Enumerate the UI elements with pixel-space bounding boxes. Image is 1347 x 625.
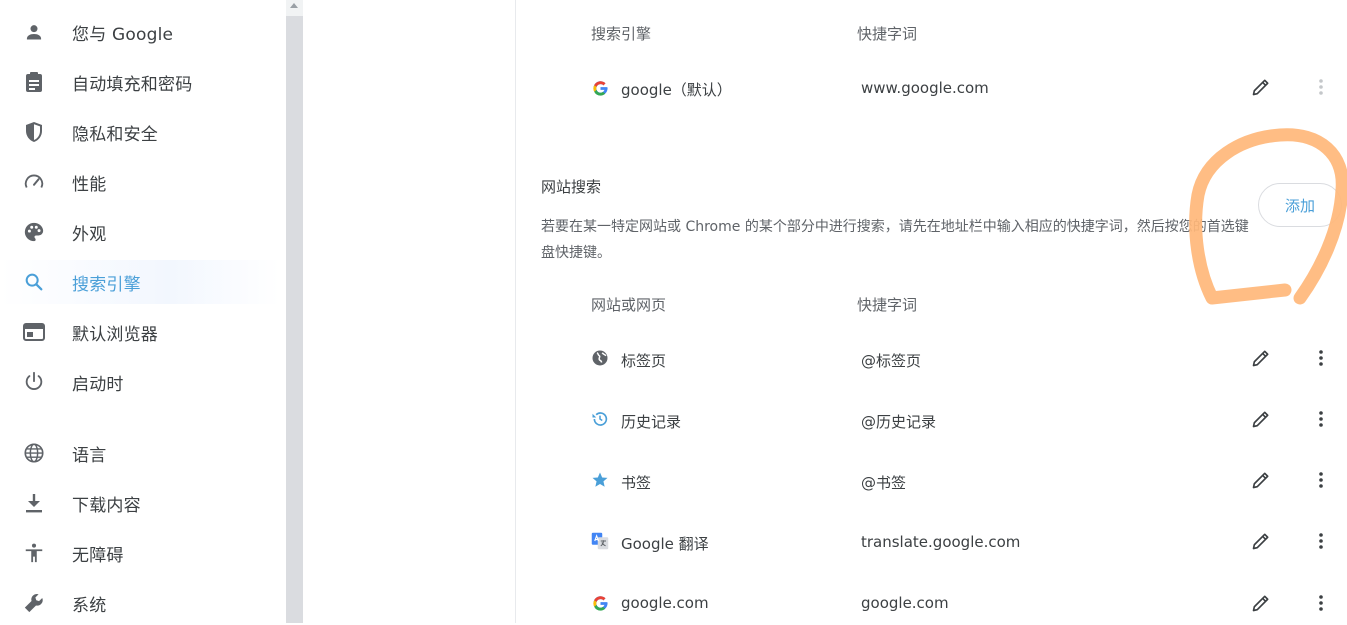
more-actions-button[interactable] [1309, 466, 1333, 494]
sidebar-item-autofill[interactable]: 自动填充和密码 [0, 60, 280, 104]
sidebar-item-label: 自动填充和密码 [72, 74, 193, 95]
edit-search-engine-button[interactable] [1247, 73, 1275, 101]
search-icon [22, 270, 46, 294]
sidebar-item-you-and-google[interactable]: 您与 Google [0, 10, 280, 54]
site-search-name: Google 翻译 [621, 535, 709, 553]
sidebar-item-system[interactable]: 系统 [0, 581, 280, 625]
search-engine-column-header: 搜索引擎 [591, 25, 652, 43]
sidebar-item-downloads[interactable]: 下载内容 [0, 481, 280, 525]
site-search-shortcut: google.com [861, 594, 949, 612]
shortcut-column-header: 快捷字词 [857, 296, 918, 314]
shield-icon [22, 120, 46, 144]
pencil-icon [1252, 79, 1269, 96]
site-search-name: google.com [621, 594, 709, 612]
globe-icon [22, 441, 46, 465]
edit-site-search-button[interactable] [1247, 344, 1275, 372]
sidebar-item-appearance[interactable]: 外观 [0, 210, 280, 254]
sidebar-item-privacy[interactable]: 隐私和安全 [0, 110, 280, 154]
scrollbar-thumb[interactable] [286, 16, 303, 623]
sidebar-item-label: 性能 [72, 174, 107, 195]
sidebar-item-languages[interactable]: 语言 [0, 431, 280, 475]
sidebar-item-accessibility[interactable]: 无障碍 [0, 531, 280, 575]
power-icon [22, 370, 46, 394]
site-search-shortcut: @历史记录 [861, 413, 937, 431]
globe-icon [591, 349, 609, 367]
sidebar-item-label: 搜索引擎 [72, 274, 141, 295]
more-vert-icon [1319, 79, 1323, 95]
edit-site-search-button[interactable] [1247, 527, 1275, 555]
more-actions-button[interactable] [1309, 73, 1333, 101]
clipboard-icon [22, 70, 46, 94]
more-actions-button[interactable] [1309, 405, 1333, 433]
site-column-header: 网站或网页 [591, 296, 667, 314]
pencil-icon [1252, 350, 1269, 367]
more-vert-icon [1319, 411, 1323, 427]
browser-window-icon [22, 320, 46, 344]
star-icon [591, 471, 609, 489]
site-search-name: 标签页 [621, 352, 667, 370]
pencil-icon [1252, 595, 1269, 612]
more-vert-icon [1319, 472, 1323, 488]
sidebar-item-label: 外观 [72, 224, 107, 245]
sidebar-item-label: 系统 [72, 595, 107, 616]
pencil-icon [1252, 411, 1269, 428]
sidebar-item-search-engine[interactable]: 搜索引擎 [0, 260, 280, 304]
search-engine-shortcut: www.google.com [861, 79, 989, 97]
pencil-icon [1252, 472, 1269, 489]
more-actions-button[interactable] [1309, 589, 1333, 617]
add-site-search-button[interactable]: 添加 [1258, 183, 1342, 227]
sidebar-item-label: 无障碍 [72, 545, 124, 566]
history-icon [591, 410, 609, 428]
edit-site-search-button[interactable] [1247, 466, 1275, 494]
sidebar-item-default-browser[interactable]: 默认浏览器 [0, 310, 280, 354]
site-search-shortcut: @标签页 [861, 352, 922, 370]
google-g-icon [591, 79, 609, 97]
scroll-up-arrow-icon[interactable] [290, 3, 298, 8]
palette-icon [22, 220, 46, 244]
shortcut-column-header: 快捷字词 [857, 25, 918, 43]
sidebar-item-label: 默认浏览器 [72, 324, 158, 345]
sidebar-item-label: 下载内容 [72, 495, 141, 516]
site-search-shortcut: @书签 [861, 474, 907, 492]
more-vert-icon [1319, 533, 1323, 549]
more-actions-button[interactable] [1309, 527, 1333, 555]
sidebar-item-label: 隐私和安全 [72, 124, 158, 145]
wrench-icon [22, 591, 46, 615]
sidebar-item-on-startup[interactable]: 启动时 [0, 360, 280, 404]
site-search-title: 网站搜索 [541, 178, 602, 196]
content-gutter [303, 0, 515, 623]
pencil-icon [1252, 533, 1269, 550]
accessibility-icon [22, 541, 46, 565]
edit-site-search-button[interactable] [1247, 405, 1275, 433]
person-icon [22, 20, 46, 44]
sidebar-item-label: 您与 Google [72, 24, 174, 45]
site-search-name: 历史记录 [621, 413, 682, 431]
sidebar-item-label: 语言 [72, 445, 107, 466]
more-vert-icon [1319, 595, 1323, 611]
google-g-icon [591, 594, 609, 612]
search-engine-name: google（默认） [621, 81, 732, 99]
sidebar-item-performance[interactable]: 性能 [0, 160, 280, 204]
download-icon [22, 491, 46, 515]
more-actions-button[interactable] [1309, 344, 1333, 372]
sidebar-item-label: 启动时 [72, 374, 124, 395]
site-search-shortcut: translate.google.com [861, 533, 1021, 551]
google-translate-icon [591, 532, 609, 550]
sidebar: 您与 Google 自动填充和密码 隐私和安全 性能 外观 搜索引擎 默认浏览器… [0, 0, 286, 623]
edit-site-search-button[interactable] [1247, 589, 1275, 617]
sidebar-scrollbar[interactable] [286, 0, 303, 623]
site-search-name: 书签 [621, 474, 652, 492]
speedometer-icon [22, 170, 46, 194]
site-search-description: 若要在某一特定网站或 Chrome 的某个部分中进行搜索，请先在地址栏中输入相应… [541, 219, 1249, 261]
more-vert-icon [1319, 350, 1323, 366]
